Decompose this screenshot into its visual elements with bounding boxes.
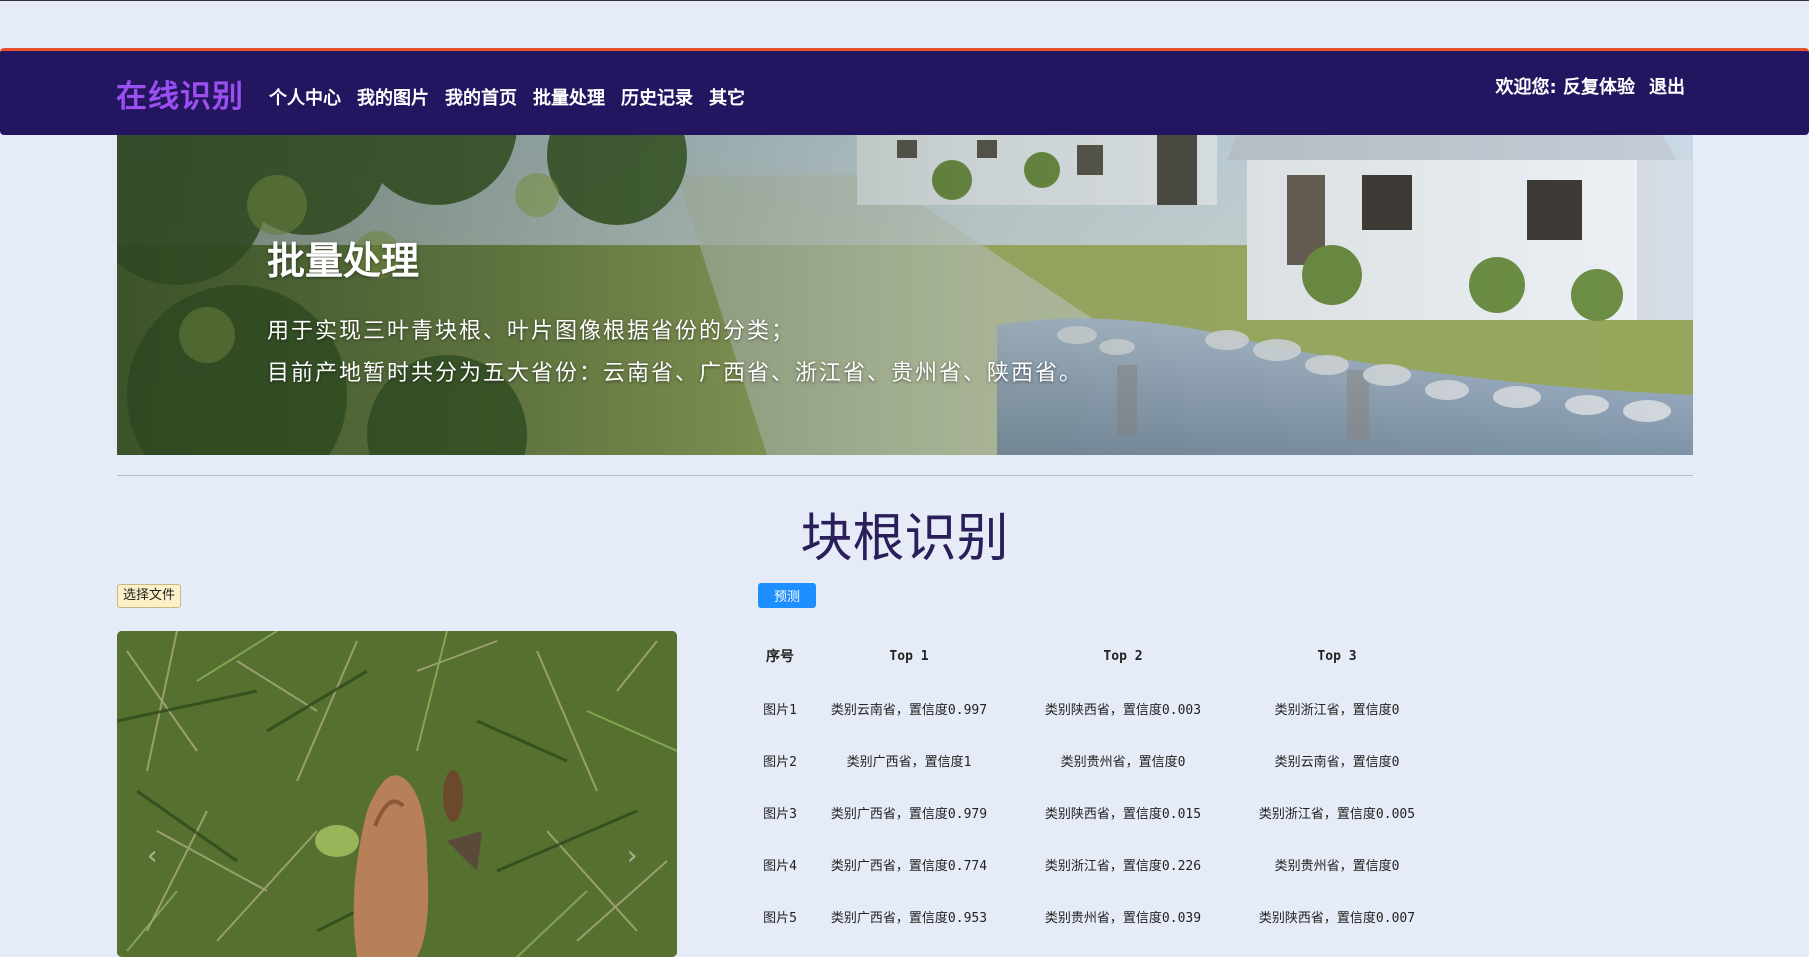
cell-top2: 类别陕西省，置信度0.003 [1044,702,1202,718]
cell-top3: 类别陕西省，置信度0.007 [1258,910,1416,926]
table-row: 图片4 类别广西省，置信度0.774 类别浙江省，置信度0.226 类别贵州省，… [758,838,1444,890]
user-area: 欢迎您: 反复体验 退出 [1496,73,1685,99]
cell-top2: 类别浙江省，置信度0.226 [1044,858,1202,874]
banner-description-line-2: 目前产地暂时共分为五大省份：云南省、广西省、浙江省、贵州省、陕西省。 [267,361,1084,386]
nav-batch-processing[interactable]: 批量处理 [533,84,605,110]
nav-my-home[interactable]: 我的首页 [445,84,517,110]
nav-links: 个人中心 我的图片 我的首页 批量处理 历史记录 其它 [269,84,745,110]
choose-file-button[interactable]: 选择文件 [117,584,182,608]
section-divider [117,475,1693,476]
cell-top1: 类别广西省，置信度0.774 [830,858,988,874]
table-row: 图片3 类别广西省，置信度0.979 类别陕西省，置信度0.015 类别浙江省，… [758,786,1444,838]
cell-index: 图片5 [763,910,797,926]
cell-top2: 类别贵州省，置信度0 [1060,754,1186,770]
table-row: 图片1 类别云南省，置信度0.997 类别陕西省，置信度0.003 类别浙江省，… [758,682,1444,734]
chevron-left-icon[interactable]: ‹ [147,841,167,871]
header-top1: Top 1 [889,648,929,664]
cell-index: 图片4 [763,858,797,874]
cell-top1: 类别云南省，置信度0.997 [830,702,988,718]
cell-top1: 类别广西省，置信度1 [846,754,972,770]
section-title-text: 块根识别 [800,509,1009,569]
cell-top3: 类别贵州省，置信度0 [1274,858,1400,874]
cell-index: 图片2 [763,754,797,770]
cell-top3: 类别云南省，置信度0 [1274,754,1400,770]
hero-banner: 批量处理 用于实现三叶青块根、叶片图像根据省份的分类； 目前产地暂时共分为五大省… [117,135,1693,455]
cell-top1: 类别广西省，置信度0.953 [830,910,988,926]
navbar: 在线识别 个人中心 我的图片 我的首页 批量处理 历史记录 其它 欢迎您: 反复… [0,48,1809,135]
tuber-photo [117,631,677,957]
nav-personal-center[interactable]: 个人中心 [269,84,341,110]
nav-history[interactable]: 历史记录 [621,84,693,110]
table-header-row: 序号 Top 1 Top 2 Top 3 [758,630,1444,682]
brand-logo[interactable]: 在线识别 [116,71,244,116]
banner-title: 批量处理 [267,238,420,283]
header-index: 序号 [766,649,794,665]
welcome-user[interactable]: 欢迎您: 反复体验 [1496,73,1635,99]
uploaded-image-carousel: ‹ › [117,631,677,957]
banner-description-line-1: 用于实现三叶青块根、叶片图像根据省份的分类； [267,319,796,344]
predict-button[interactable]: 预测 [758,583,816,608]
cell-top3: 类别浙江省，置信度0 [1274,702,1400,718]
nav-other[interactable]: 其它 [709,84,745,110]
cell-top2: 类别陕西省，置信度0.015 [1044,806,1202,822]
results-table: 序号 Top 1 Top 2 Top 3 图片1 类别云南省，置信度0.997 … [758,630,1444,942]
header-top3: Top 3 [1317,648,1357,664]
cell-top1: 类别广西省，置信度0.979 [830,806,988,822]
cell-top3: 类别浙江省，置信度0.005 [1258,806,1416,822]
cell-top2: 类别贵州省，置信度0.039 [1044,910,1202,926]
cell-index: 图片3 [763,806,797,822]
cell-index: 图片1 [763,702,797,718]
top-border-line [0,0,1809,1]
header-top2: Top 2 [1103,648,1143,664]
table-row: 图片2 类别广西省，置信度1 类别贵州省，置信度0 类别云南省，置信度0 [758,734,1444,786]
logout-link[interactable]: 退出 [1649,73,1685,99]
village-illustration [117,135,1693,455]
nav-my-pictures[interactable]: 我的图片 [357,84,429,110]
chevron-right-icon[interactable]: › [627,841,647,871]
section-title: 块根识别 [0,496,1809,571]
table-row: 图片5 类别广西省，置信度0.953 类别贵州省，置信度0.039 类别陕西省，… [758,890,1444,942]
